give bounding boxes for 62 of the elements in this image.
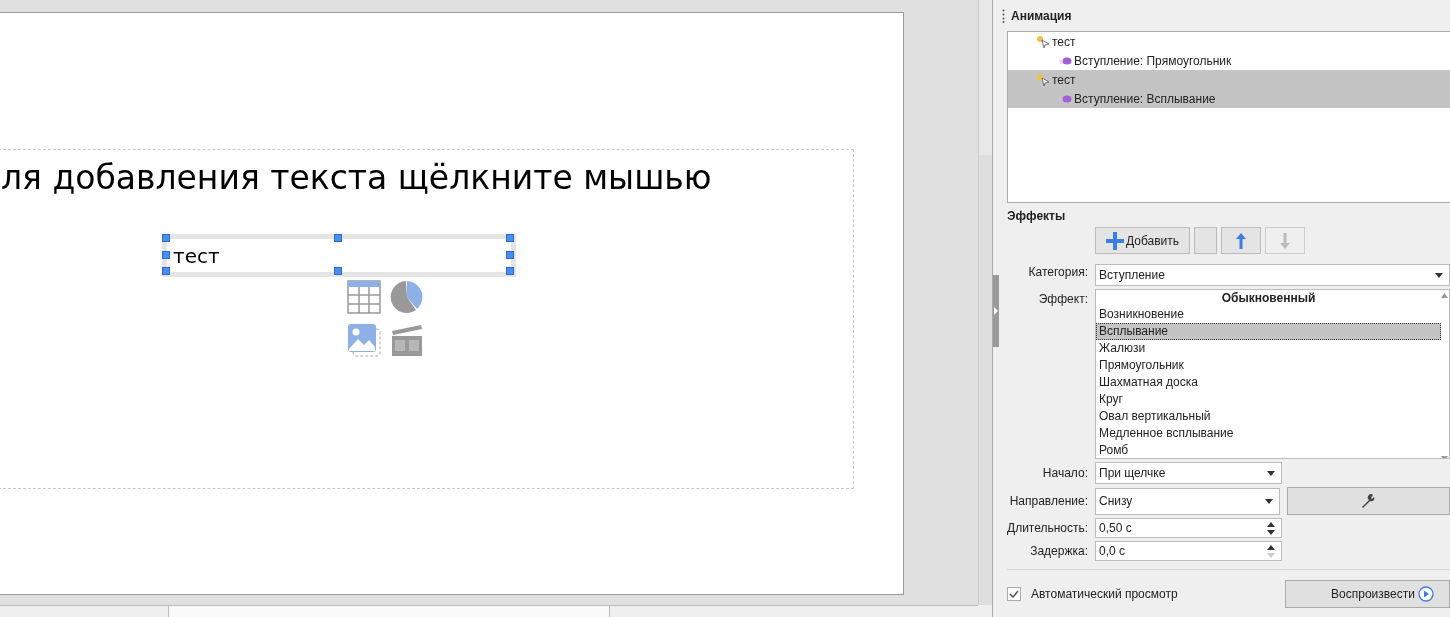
options-button[interactable] [1286,487,1450,515]
animation-entry[interactable]: тест Вступление: Всплывание [1008,70,1450,108]
panel-title: Анимация [1011,8,1072,23]
effect-icon [1058,93,1072,104]
placeholder-text[interactable]: ля добавления текста щёлкните мышью [1,158,712,197]
field-label: Начало: [1041,466,1088,480]
delay-spinbox[interactable]: 0,0 с [1095,541,1282,561]
effect-name: Вступление: Всплывание [1074,91,1216,106]
effect-list[interactable]: Обыкновенный Возникновение Всплывание Жалюзи Прямоугольник Шахматная доска Круг Овал вертикальный Медленное всплывание Ромб [1095,289,1450,459]
panel-splitter[interactable] [992,275,999,347]
add-button[interactable]: Добавить [1095,227,1190,254]
autopreview-checkbox[interactable]: Автоматический просмотр [1007,587,1178,601]
effect-name: Вступление: Прямоугольник [1074,53,1232,68]
list-item[interactable]: Овал вертикальный [1096,408,1441,425]
spin-arrows-icon[interactable] [1267,521,1275,535]
resize-handle[interactable] [334,234,342,242]
effect-icon [1058,55,1072,66]
pointer-icon [1036,34,1050,49]
horizontal-scrollbar[interactable] [0,605,978,617]
direction-dropdown[interactable]: Снизу [1095,487,1280,515]
list-item[interactable]: Возникновение [1096,306,1441,323]
arrow-down-icon [1280,232,1290,249]
list-item[interactable]: Ромб [1096,442,1441,458]
vertical-scrollbar[interactable] [978,0,992,605]
image-icon[interactable] [347,323,381,357]
field-label: Направление: [1008,494,1088,508]
play-button[interactable]: Воспроизвести [1285,580,1450,608]
pie-chart-icon[interactable] [390,280,424,314]
plus-icon [1105,231,1124,250]
checkmark-icon [1009,590,1019,598]
list-item[interactable]: Шахматная доска [1096,374,1441,391]
shape-name: тест [1052,72,1076,87]
field-label: Задержка: [1029,544,1088,558]
start-dropdown[interactable]: При щелчке [1095,462,1282,484]
resize-handle[interactable] [334,267,342,275]
category-dropdown[interactable]: Вступление [1095,264,1450,286]
field-label: Эффект: [1037,291,1088,306]
list-item[interactable]: Прямоугольник [1096,357,1441,374]
caret-icon [1435,272,1443,278]
list-item[interactable]: Круг [1096,391,1441,408]
clapperboard-icon[interactable] [390,323,424,357]
table-icon[interactable] [347,280,381,314]
field-label: Категория: [1027,265,1088,279]
list-item[interactable]: Медленное всплывание [1096,425,1441,442]
field-label: Длительность: [1007,521,1088,535]
list-item[interactable]: Жалюзи [1096,340,1441,357]
wrench-icon [1361,494,1376,508]
pointer-icon [1036,72,1050,87]
arrow-up-icon [1236,232,1246,249]
section-title: Эффекты [1007,209,1067,225]
grip-icon[interactable] [1002,8,1005,23]
scroll-up-icon[interactable] [1441,293,1448,298]
remove-button[interactable] [1194,227,1217,254]
move-up-button[interactable] [1221,227,1261,254]
caret-icon [1267,470,1275,476]
text-box[interactable]: тест [162,234,516,277]
caret-icon [1264,498,1273,504]
group-header: Обыкновенный [1220,290,1317,306]
duration-spinbox[interactable]: 0,50 с [1095,518,1282,538]
play-icon [1417,586,1434,602]
shape-name: тест [1052,34,1076,49]
list-item[interactable]: Всплывание [1096,323,1441,340]
